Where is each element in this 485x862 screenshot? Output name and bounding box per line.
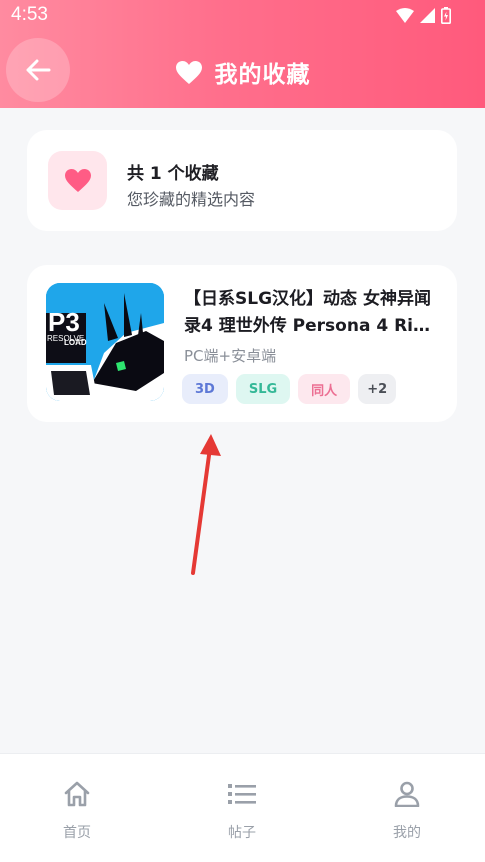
favorites-summary-card: 共 1 个收藏 您珍藏的精选内容 xyxy=(27,130,457,231)
favorites-count: 共 1 个收藏 xyxy=(127,164,219,184)
bottom-navigation: 首页 帖子 我的 xyxy=(0,753,485,862)
battery-icon xyxy=(441,7,451,24)
nav-item-mine[interactable]: 我的 xyxy=(347,754,467,862)
game-cover-image: P3 RESOLVE LOAD xyxy=(46,283,164,401)
status-bar: 4:53 xyxy=(0,0,485,32)
page-title: 我的收藏 xyxy=(214,62,311,88)
cover-load-text: LOAD xyxy=(64,338,87,347)
nav-item-home[interactable]: 首页 xyxy=(17,754,137,862)
favorites-page: 4:53 我的收藏 共 1 个收藏 您珍藏的精选内容 P3 RESOLVE LO… xyxy=(0,0,485,862)
home-icon xyxy=(64,781,90,807)
user-icon xyxy=(394,781,420,807)
tag-doujin: 同人 xyxy=(298,374,351,404)
favorite-item-title: 【日系SLG汉化】动态 女神异闻录4 理世外传 Persona 4 Ri… xyxy=(184,289,431,336)
nav-item-posts[interactable]: 帖子 xyxy=(182,754,302,862)
signal-icon xyxy=(420,8,435,23)
status-time: 4:53 xyxy=(11,4,48,25)
favorites-subtitle: 您珍藏的精选内容 xyxy=(127,190,256,209)
favorite-thumbnail: P3 RESOLVE LOAD xyxy=(46,283,164,401)
tag-3d: 3D xyxy=(182,374,228,404)
tag-slg: SLG xyxy=(235,374,291,404)
nav-label-home: 首页 xyxy=(63,825,91,841)
nav-label-posts: 帖子 xyxy=(228,825,256,841)
favorite-item-tags: 3D SLG 同人 +2 xyxy=(182,374,397,404)
tag-more-count: +2 xyxy=(358,374,397,404)
favorite-item-card[interactable]: P3 RESOLVE LOAD 【日系SLG汉化】动态 女神异闻录4 理世外传 … xyxy=(27,265,457,422)
header: 4:53 我的收藏 xyxy=(0,0,485,108)
heart-icon xyxy=(64,169,91,192)
status-icons xyxy=(396,7,451,24)
page-title-group: 我的收藏 xyxy=(0,52,485,92)
wifi-icon xyxy=(396,8,414,23)
heart-icon xyxy=(175,60,202,84)
nav-label-mine: 我的 xyxy=(393,825,421,841)
list-icon xyxy=(228,784,256,804)
cover-title-text: P3 xyxy=(48,307,80,337)
summary-icon-box xyxy=(48,151,107,210)
favorite-item-platform: PC端+安卓端 xyxy=(184,347,277,365)
